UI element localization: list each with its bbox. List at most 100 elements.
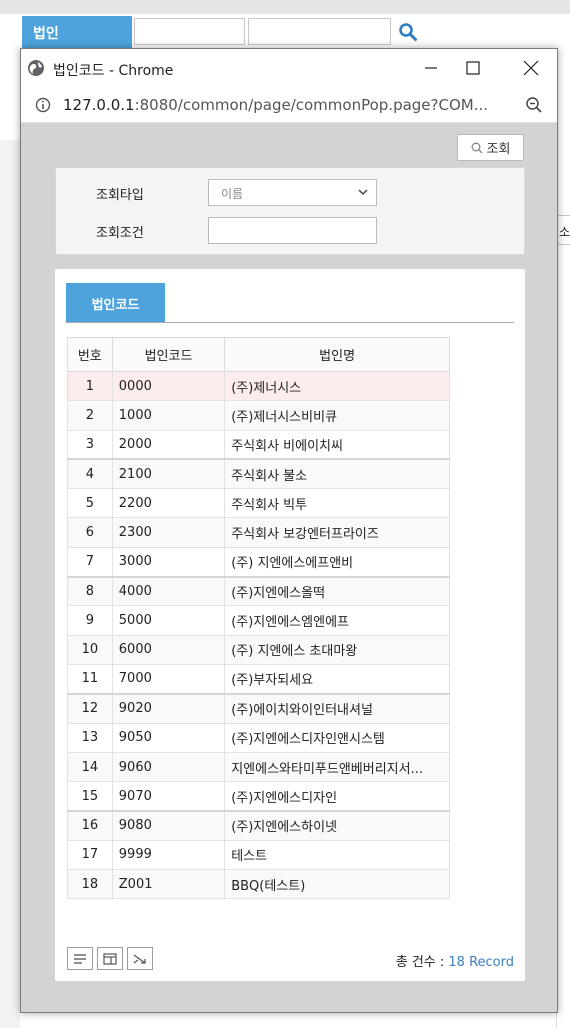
zoom-icon[interactable]: [525, 96, 543, 114]
type-select-value: 이름: [221, 187, 244, 201]
row-code-cell: 2200: [111, 488, 226, 519]
table-row[interactable]: 11 7000 (주)부자되세요: [67, 663, 450, 695]
row-code-cell: 2300: [111, 517, 226, 548]
row-no-cell: 13: [67, 722, 113, 753]
table-row[interactable]: 13 9050 (주)지엔에스디자인앤시스템: [67, 722, 450, 753]
row-code-cell: 9080: [111, 809, 226, 841]
table-row[interactable]: 16 9080 (주)지엔에스하이넷: [67, 809, 450, 841]
row-name-cell: (주)에이치와이인터내셔널: [224, 692, 450, 724]
background-left-strip: [0, 140, 20, 1028]
close-icon: [523, 60, 539, 76]
address-bar[interactable]: 127.0.0.1:8080/common/page/commonPop.pag…: [21, 87, 557, 123]
row-no-cell: 17: [67, 839, 113, 871]
url-path: :8080/common/page/commonPop.page?COM...: [134, 96, 489, 114]
background-right-strip: [556, 145, 570, 1028]
type-label: 조회타입: [96, 188, 144, 203]
row-code-cell: 9050: [111, 722, 226, 753]
list-view-button[interactable]: [67, 947, 93, 970]
table-row[interactable]: 7 3000 (주) 지엔에스에프앤비: [67, 546, 450, 578]
export-button[interactable]: [127, 947, 153, 970]
table-row[interactable]: 14 9060 지엔에스와타미푸드앤베버리지서...: [67, 751, 450, 783]
total-count-value: 18 Record: [448, 955, 514, 970]
row-code-cell: 9020: [111, 692, 226, 724]
row-code-cell: 5000: [111, 605, 226, 636]
search-conditions: 조회타입 이름 조회조건: [55, 167, 525, 255]
table-row[interactable]: 4 2100 주식회사 불소: [67, 458, 450, 490]
row-no-cell: 9: [67, 605, 113, 636]
row-no-cell: 7: [67, 546, 113, 578]
globe-icon: [28, 60, 44, 76]
tab-corp-code[interactable]: 법인코드: [66, 283, 165, 323]
row-no-cell: 14: [67, 751, 113, 783]
row-name-cell: (주)지엔에스디자인앤시스템: [224, 722, 450, 753]
background-input-1[interactable]: [134, 18, 245, 45]
type-select[interactable]: 이름: [208, 179, 377, 206]
popup-content: 조회 조회타입 이름 조회조건 법인코드 번호 법인코드 법인명 1 0000 …: [21, 123, 557, 1012]
row-code-cell: 7000: [111, 663, 226, 695]
row-no-cell: 4: [67, 458, 113, 490]
query-button[interactable]: 조회: [457, 134, 524, 161]
table-row[interactable]: 5 2200 주식회사 빅투: [67, 488, 450, 519]
table-row[interactable]: 18 Z001 BBQ(테스트): [67, 869, 450, 900]
result-table: 번호 법인코드 법인명 1 0000 (주)제너시스 2 1000 (주)제너시스비비큐 3…: [67, 337, 450, 900]
table-row[interactable]: 1 0000 (주)제너시스: [67, 370, 450, 402]
header-no[interactable]: 번호: [67, 337, 113, 372]
row-no-cell: 11: [67, 663, 113, 695]
row-name-cell: (주)지엔에스하이넷: [224, 809, 450, 841]
table-row[interactable]: 9 5000 (주)지엔에스엠엔에프: [67, 605, 450, 636]
table-row[interactable]: 10 6000 (주) 지엔에스 초대마왕: [67, 634, 450, 665]
row-code-cell: 9999: [111, 839, 226, 871]
row-name-cell: (주)부자되세요: [224, 663, 450, 695]
popup-window: 법인코드 - Chrome 127.0.0.1:8080/common/page…: [20, 48, 558, 1013]
columns-icon: [103, 952, 117, 965]
condition-input[interactable]: [208, 217, 377, 244]
info-icon[interactable]: [35, 97, 51, 113]
row-code-cell: 1000: [111, 400, 226, 431]
window-title: 법인코드 - Chrome: [53, 63, 174, 79]
shuffle-icon: [133, 953, 146, 964]
row-no-cell: 8: [67, 575, 113, 607]
background-side-button[interactable]: 소: [556, 215, 570, 245]
row-no-cell: 10: [67, 634, 113, 665]
table-row[interactable]: 12 9020 (주)에이치와이인터내셔널: [67, 692, 450, 724]
minimize-icon: [425, 67, 437, 69]
lines-icon: [74, 953, 86, 964]
row-name-cell: (주)제너시스: [224, 370, 450, 402]
header-name[interactable]: 법인명: [224, 337, 450, 372]
maximize-button[interactable]: [447, 49, 499, 87]
chevron-down-icon: [358, 189, 368, 196]
row-code-cell: 4000: [111, 575, 226, 607]
table-row[interactable]: 8 4000 (주)지엔에스올떡: [67, 575, 450, 607]
row-name-cell: 주식회사 비에이치씨: [224, 429, 450, 460]
row-name-cell: (주) 지엔에스 초대마왕: [224, 634, 450, 665]
background-top-strip: [0, 0, 570, 14]
tab-divider: [66, 322, 514, 323]
table-row[interactable]: 3 2000 주식회사 비에이치씨: [67, 429, 450, 460]
table-row[interactable]: 2 1000 (주)제너시스비비큐: [67, 400, 450, 431]
search-icon[interactable]: [398, 22, 418, 42]
row-name-cell: (주)제너시스비비큐: [224, 400, 450, 431]
header-code[interactable]: 법인코드: [111, 337, 226, 372]
row-name-cell: (주)지엔에스엠엔에프: [224, 605, 450, 636]
url-text[interactable]: 127.0.0.1:8080/common/page/commonPop.pag…: [63, 96, 488, 114]
row-code-cell: 9060: [111, 751, 226, 783]
table-header-row: 번호 법인코드 법인명: [67, 337, 450, 372]
layout-button[interactable]: [97, 947, 123, 970]
row-code-cell: 2000: [111, 429, 226, 460]
row-no-cell: 18: [67, 869, 113, 900]
row-name-cell: 지엔에스와타미푸드앤베버리지서...: [224, 751, 450, 783]
table-row[interactable]: 6 2300 주식회사 보강엔터프라이즈: [67, 517, 450, 548]
table-row[interactable]: 15 9070 (주)지엔에스디자인: [67, 781, 450, 812]
row-no-cell: 15: [67, 781, 113, 812]
row-name-cell: 주식회사 보강엔터프라이즈: [224, 517, 450, 548]
grid-tools: [67, 947, 153, 970]
close-button[interactable]: [505, 49, 557, 87]
row-name-cell: BBQ(테스트): [224, 869, 450, 900]
row-no-cell: 5: [67, 488, 113, 519]
maximize-icon: [466, 61, 480, 75]
row-no-cell: 12: [67, 692, 113, 724]
table-row[interactable]: 17 9999 테스트: [67, 839, 450, 871]
row-no-cell: 3: [67, 429, 113, 460]
background-input-2[interactable]: [248, 18, 391, 45]
result-panel: 법인코드 번호 법인코드 법인명 1 0000 (주)제너시스 2 1000 (주)제너시…: [55, 269, 525, 981]
